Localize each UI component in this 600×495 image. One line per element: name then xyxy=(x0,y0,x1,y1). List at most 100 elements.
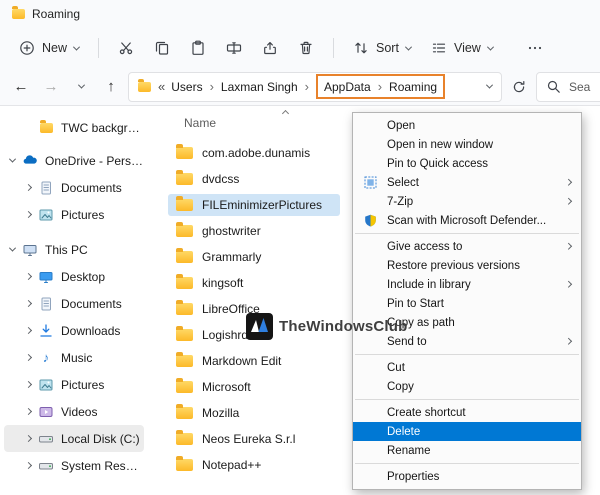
folder-icon xyxy=(12,9,25,19)
sidebar-item-videos[interactable]: Videos xyxy=(4,398,144,425)
sidebar-item-local-disk-c[interactable]: Local Disk (C:) xyxy=(4,425,144,452)
menu-item-label: Open in new window xyxy=(387,139,493,151)
chevron-down-icon xyxy=(9,156,16,163)
plus-circle-icon xyxy=(19,40,35,56)
chevron-down-icon xyxy=(77,82,84,89)
sidebar-item-pictures[interactable]: Pictures xyxy=(4,371,144,398)
document-icon xyxy=(38,296,54,312)
context-menu-item-open[interactable]: Open xyxy=(353,116,581,135)
file-name: Notepad++ xyxy=(202,458,261,472)
folder-icon xyxy=(176,381,193,393)
context-menu-item-copy[interactable]: Copy xyxy=(353,377,581,396)
sidebar-item-desktop[interactable]: Desktop xyxy=(4,263,144,290)
menu-separator xyxy=(355,354,579,355)
back-button[interactable]: ← xyxy=(8,73,34,101)
cut-button[interactable] xyxy=(109,33,143,63)
view-icon xyxy=(431,40,447,56)
drive-icon xyxy=(38,458,54,474)
refresh-button[interactable] xyxy=(506,73,532,101)
share-button[interactable] xyxy=(253,33,287,63)
context-menu-item-7-zip[interactable]: 7-Zip xyxy=(353,192,581,211)
sidebar-item-onedrive-pictures[interactable]: Pictures xyxy=(4,201,144,228)
folder-icon xyxy=(138,82,151,92)
submenu-arrow-icon xyxy=(565,243,571,249)
rename-button[interactable] xyxy=(217,33,251,63)
paste-button[interactable] xyxy=(181,33,215,63)
breadcrumb-roaming[interactable]: Roaming xyxy=(389,80,437,94)
forward-button[interactable]: → xyxy=(38,73,64,101)
context-menu-item-delete[interactable]: Delete xyxy=(353,422,581,441)
sidebar-item-onedrive-documents[interactable]: Documents xyxy=(4,174,144,201)
context-menu-item-properties[interactable]: Properties xyxy=(353,467,581,486)
clipboard-icon xyxy=(190,40,206,56)
address-bar[interactable]: « Users › Laxman Singh › AppData › Roami… xyxy=(128,72,502,102)
file-name: Neos Eureka S.r.l xyxy=(202,432,295,446)
menu-separator xyxy=(355,399,579,400)
sidebar-item-onedrive-personal[interactable]: OneDrive - Personal xyxy=(4,147,144,174)
context-menu-item-create-shortcut[interactable]: Create shortcut xyxy=(353,403,581,422)
copy-icon xyxy=(154,40,170,56)
context-menu-item-pin-to-quick-access[interactable]: Pin to Quick access xyxy=(353,154,581,173)
breadcrumb-overflow-icon[interactable]: « xyxy=(158,79,164,94)
chevron-down-icon xyxy=(487,43,494,50)
context-menu-item-restore-previous-versions[interactable]: Restore previous versions xyxy=(353,256,581,275)
sort-icon xyxy=(353,40,369,56)
context-menu-item-pin-to-start[interactable]: Pin to Start xyxy=(353,294,581,313)
chevron-right-icon xyxy=(25,354,32,361)
folder-icon xyxy=(176,433,193,445)
sidebar-item-downloads[interactable]: Downloads xyxy=(4,317,144,344)
new-button[interactable]: New xyxy=(10,33,88,63)
more-options-button[interactable] xyxy=(518,33,552,63)
folder-icon xyxy=(176,147,193,159)
breadcrumb-separator: › xyxy=(378,79,382,94)
file-name: com.adobe.dunamis xyxy=(202,146,310,160)
breadcrumb-separator: › xyxy=(210,79,214,94)
menu-item-label: Pin to Quick access xyxy=(387,158,488,170)
titlebar: Roaming xyxy=(0,0,600,28)
breadcrumb-users[interactable]: Users xyxy=(171,80,202,94)
up-button[interactable]: ↑ xyxy=(98,73,124,101)
chevron-right-icon xyxy=(25,273,32,280)
menu-item-label: Select xyxy=(387,177,419,189)
computer-icon xyxy=(22,242,38,258)
breadcrumb-laxman-singh[interactable]: Laxman Singh xyxy=(221,80,298,94)
folder-icon xyxy=(176,225,193,237)
sort-button[interactable]: Sort xyxy=(344,33,420,63)
delete-button[interactable] xyxy=(289,33,323,63)
context-menu-item-give-access-to[interactable]: Give access to xyxy=(353,237,581,256)
context-menu-item-cut[interactable]: Cut xyxy=(353,358,581,377)
copy-button[interactable] xyxy=(145,33,179,63)
breadcrumb-appdata[interactable]: AppData xyxy=(324,80,371,94)
context-menu-item-rename[interactable]: Rename xyxy=(353,441,581,460)
trash-icon xyxy=(298,40,314,56)
column-header-label: Name xyxy=(184,116,216,130)
context-menu-item-scan-with-microsoft-defender[interactable]: Scan with Microsoft Defender... xyxy=(353,211,581,230)
sidebar-item-music[interactable]: ♪ Music xyxy=(4,344,144,371)
context-menu-item-select[interactable]: Select xyxy=(353,173,581,192)
sidebar-item-this-pc[interactable]: This PC xyxy=(4,236,144,263)
address-dropdown-icon[interactable] xyxy=(486,82,493,89)
context-menu-item-include-in-library[interactable]: Include in library xyxy=(353,275,581,294)
rename-icon xyxy=(226,40,242,56)
context-menu-item-open-in-new-window[interactable]: Open in new window xyxy=(353,135,581,154)
sidebar-item-system-reserved-d[interactable]: System Reserved (D:) xyxy=(4,452,144,479)
command-toolbar: New Sort xyxy=(0,28,600,68)
chevron-right-icon xyxy=(25,211,32,218)
recent-locations-button[interactable] xyxy=(68,73,94,101)
file-name: Logishrd xyxy=(202,328,248,342)
context-menu: Open Open in new window Pin to Quick acc… xyxy=(352,112,582,490)
menu-item-label: Restore previous versions xyxy=(387,260,520,272)
sort-ascending-icon xyxy=(282,110,289,117)
search-text: Sea xyxy=(569,80,590,94)
submenu-arrow-icon xyxy=(565,338,571,344)
navigation-pane: TWC backgrounds OneDrive - Personal Docu… xyxy=(0,106,148,495)
folder-icon xyxy=(176,407,193,419)
sidebar-item-documents[interactable]: Documents xyxy=(4,290,144,317)
downloads-icon xyxy=(38,323,54,339)
sidebar-item-twc-backgrounds[interactable]: TWC backgrounds xyxy=(4,114,144,141)
drive-icon xyxy=(38,431,54,447)
chevron-down-icon xyxy=(9,245,16,252)
view-button[interactable]: View xyxy=(422,33,502,63)
search-box[interactable]: Sea xyxy=(536,72,600,102)
file-list: Name com.adobe.dunamis dvdcss FILEminimi… xyxy=(148,106,600,495)
